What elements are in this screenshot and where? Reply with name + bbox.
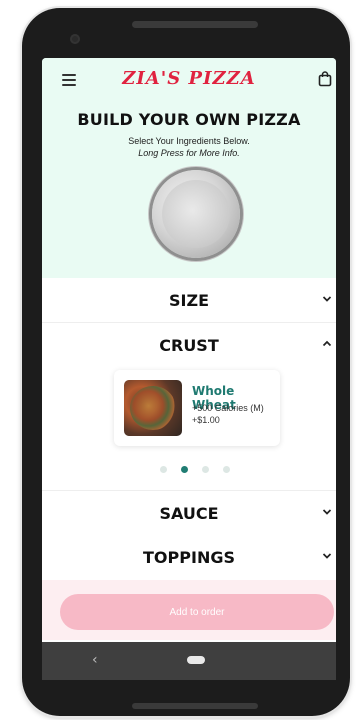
chevron-down-icon: [322, 509, 332, 515]
carousel-dot[interactable]: [160, 466, 167, 473]
pizza-pan-preview: [152, 170, 240, 258]
section-size[interactable]: SIZE: [42, 278, 336, 323]
app-bar: ZIA'S PIZZA: [42, 58, 336, 102]
long-press-hint: Long Press for More Info.: [138, 148, 240, 158]
chevron-up-icon: [322, 340, 332, 347]
chevron-down-icon: [322, 296, 332, 302]
crust-option-calories: +500 Calories (M): [192, 403, 264, 413]
carousel-indicator: [160, 466, 240, 474]
carousel-dot-active[interactable]: [181, 466, 188, 473]
pizza-pan-surface: [162, 180, 230, 248]
crust-option-image: [124, 380, 182, 436]
top-speaker: [132, 21, 258, 28]
chevron-down-icon: [322, 553, 332, 559]
page-title: BUILD YOUR OWN PIZZA: [77, 110, 301, 129]
nav-back-icon[interactable]: ‹: [92, 652, 98, 668]
section-size-label: SIZE: [168, 291, 209, 310]
section-crust-label: CRUST: [159, 336, 219, 355]
crust-option-card[interactable]: Whole Wheat +500 Calories (M) +$1.00: [114, 370, 280, 446]
crust-option-price: +$1.00: [192, 415, 220, 425]
section-toppings[interactable]: TOPPINGS: [42, 535, 336, 579]
carousel-dot[interactable]: [202, 466, 209, 473]
add-to-order-button[interactable]: Add to order: [60, 594, 334, 630]
section-crust[interactable]: CRUST: [42, 323, 336, 367]
hero-section: BUILD YOUR OWN PIZZA Select Your Ingredi…: [42, 102, 336, 278]
app-screen: ZIA'S PIZZA BUILD YOUR OWN PIZZA Select …: [42, 58, 336, 680]
shopping-bag-icon[interactable]: [318, 71, 332, 87]
system-nav-bar: ‹: [42, 642, 336, 680]
section-sauce[interactable]: SAUCE: [42, 490, 336, 536]
front-camera: [70, 34, 80, 44]
section-toppings-label: TOPPINGS: [143, 548, 235, 567]
carousel-dot[interactable]: [223, 466, 230, 473]
bottom-speaker: [132, 703, 258, 709]
brand-logo: ZIA'S PIZZA: [122, 68, 256, 89]
section-sauce-label: SAUCE: [159, 504, 219, 523]
nav-home-icon[interactable]: [187, 656, 205, 664]
instructions-text: Select Your Ingredients Below.: [128, 136, 250, 146]
